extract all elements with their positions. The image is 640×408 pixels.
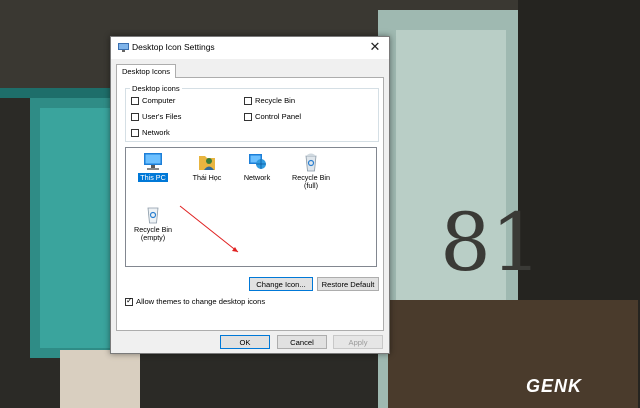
annotation-arrow [179,205,239,253]
tab-desktop-icons[interactable]: Desktop Icons [116,64,176,78]
